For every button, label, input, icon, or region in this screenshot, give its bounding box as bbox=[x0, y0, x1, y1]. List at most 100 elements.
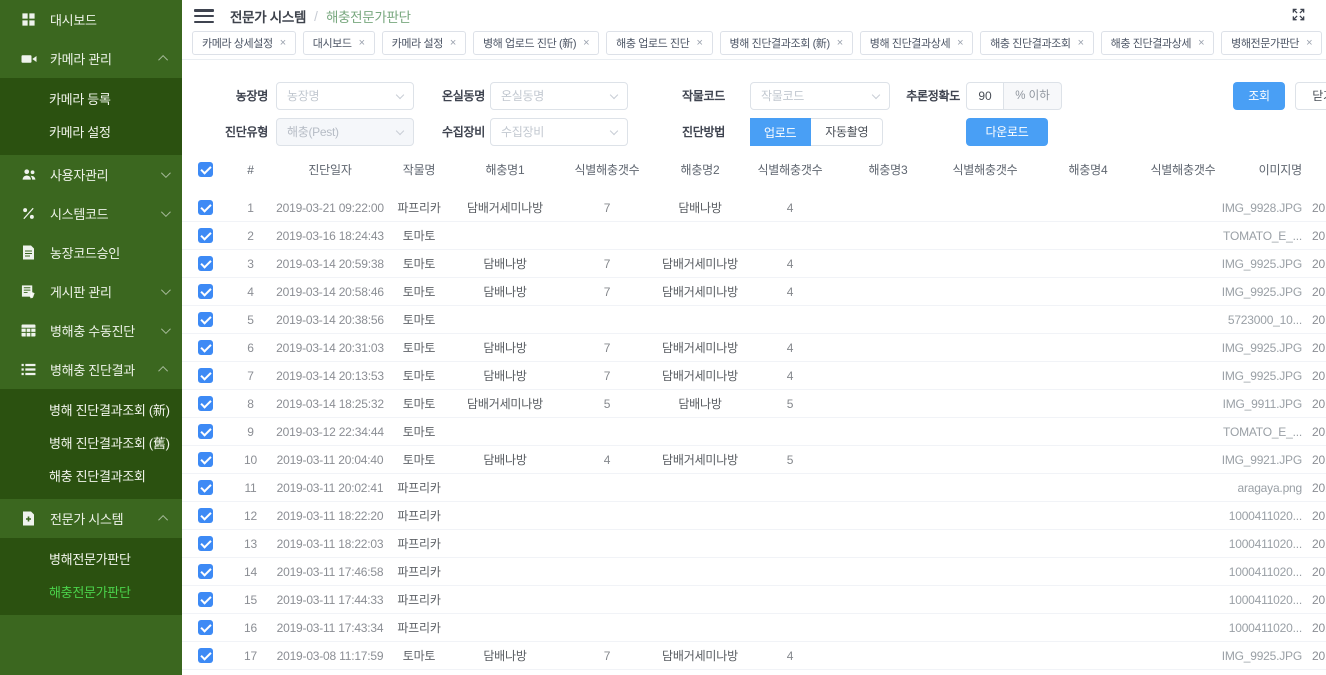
chevron-down-icon bbox=[610, 91, 618, 99]
tab[interactable]: 카메라 상세설정 × bbox=[192, 31, 296, 55]
cell-count2 bbox=[746, 530, 834, 557]
row-checkbox[interactable] bbox=[198, 284, 213, 299]
table-row[interactable]: 7 2019-03-14 20:13:53 토마토 담배나방 7 담배거세미나방… bbox=[182, 362, 1326, 390]
row-checkbox[interactable] bbox=[198, 536, 213, 551]
table-row[interactable]: 16 2019-03-11 17:43:34 파프리카 1000411020..… bbox=[182, 614, 1326, 642]
tab[interactable]: 병해 진단결과상세 × bbox=[860, 31, 973, 55]
cell-no: 3 bbox=[229, 250, 272, 277]
table-row[interactable]: 12 2019-03-11 18:22:20 파프리카 1000411020..… bbox=[182, 502, 1326, 530]
sidebar-item-expert-system[interactable]: 전문가 시스템 bbox=[0, 499, 182, 538]
tab-close-icon[interactable]: × bbox=[957, 37, 963, 49]
sidebar-item-disease-expert-judgment[interactable]: 병해전문가판단 bbox=[0, 543, 182, 576]
table-row[interactable]: 15 2019-03-11 17:44:33 파프리카 1000411020..… bbox=[182, 586, 1326, 614]
sidebar-item-pest-expert-judgment[interactable]: 해충전문가판단 bbox=[0, 576, 182, 609]
tab-close-icon[interactable]: × bbox=[837, 37, 843, 49]
sidebar-item-farm-code-approval[interactable]: 농장코드승인 bbox=[0, 233, 182, 272]
row-checkbox[interactable] bbox=[198, 256, 213, 271]
sidebar-submenu-expert-system: 병해전문가판단 해충전문가판단 bbox=[0, 538, 182, 615]
device-select[interactable]: 수집장비 bbox=[490, 118, 628, 146]
row-checkbox[interactable] bbox=[198, 228, 213, 243]
sidebar-item-disease-results-old[interactable]: 병해 진단결과조회 (舊) bbox=[0, 427, 182, 460]
tab[interactable]: 대시보드 × bbox=[303, 31, 375, 55]
row-checkbox[interactable] bbox=[198, 396, 213, 411]
row-checkbox[interactable] bbox=[198, 368, 213, 383]
tab-close-icon[interactable]: × bbox=[359, 37, 365, 49]
method-option-button[interactable]: 자동촬영 bbox=[811, 118, 883, 146]
row-checkbox[interactable] bbox=[198, 564, 213, 579]
farm-name-select[interactable]: 농장명 bbox=[276, 82, 414, 110]
sidebar-item-user-management[interactable]: 사용자관리 bbox=[0, 155, 182, 194]
tab-close-icon[interactable]: × bbox=[450, 37, 456, 49]
tab[interactable]: 병해 업로드 진단 (新) × bbox=[473, 31, 599, 55]
table-row[interactable]: 4 2019-03-14 20:58:46 토마토 담배나방 7 담배거세미나방… bbox=[182, 278, 1326, 306]
menu-icon[interactable] bbox=[194, 9, 214, 23]
table-row[interactable]: 2 2019-03-16 18:24:43 토마토 TOMATO_E_... 2… bbox=[182, 222, 1326, 250]
row-checkbox[interactable] bbox=[198, 452, 213, 467]
sidebar-item-disease-results-new[interactable]: 병해 진단결과조회 (新) bbox=[0, 394, 182, 427]
row-checkbox[interactable] bbox=[198, 508, 213, 523]
table-row[interactable]: 17 2019-03-08 11:17:59 토마토 담배나방 7 담배거세미나… bbox=[182, 642, 1326, 670]
row-checkbox[interactable] bbox=[198, 480, 213, 495]
table-row[interactable]: 9 2019-03-12 22:34:44 토마토 TOMATO_E_... 2… bbox=[182, 418, 1326, 446]
tab-close-icon[interactable]: × bbox=[696, 37, 702, 49]
row-checkbox[interactable] bbox=[198, 424, 213, 439]
tab[interactable]: 해충 업로드 진단 × bbox=[606, 31, 712, 55]
sidebar-item-dashboard[interactable]: 대시보드 bbox=[0, 0, 182, 39]
cell-crop: 토마토 bbox=[388, 446, 450, 473]
tab[interactable]: 해충 진단결과상세 × bbox=[1101, 31, 1214, 55]
row-checkbox[interactable] bbox=[198, 592, 213, 607]
greenhouse-select[interactable]: 온실동명 bbox=[490, 82, 628, 110]
row-checkbox[interactable] bbox=[198, 648, 213, 663]
tab[interactable]: 카메라 설정 × bbox=[382, 31, 466, 55]
table-row[interactable]: 1 2019-03-21 09:22:00 파프리카 담배거세미나방 7 담배나… bbox=[182, 194, 1326, 222]
sidebar-item-manual-diagnosis[interactable]: 병해충 수동진단 bbox=[0, 311, 182, 350]
table-row[interactable]: 5 2019-03-14 20:38:56 토마토 5723000_10... … bbox=[182, 306, 1326, 334]
cell-image-name: IMG_9928.JPG bbox=[1218, 194, 1306, 221]
select-all-checkbox[interactable] bbox=[198, 162, 213, 177]
sidebar-item-system-code[interactable]: 시스템코드 bbox=[0, 194, 182, 233]
table-row[interactable]: 13 2019-03-11 18:22:03 파프리카 1000411020..… bbox=[182, 530, 1326, 558]
table-row[interactable]: 8 2019-03-14 18:25:32 토마토 담배거세미나방 5 담배나방… bbox=[182, 390, 1326, 418]
tab-close-icon[interactable]: × bbox=[1198, 37, 1204, 49]
chevron-down-icon bbox=[396, 127, 404, 135]
tab-close-icon[interactable]: × bbox=[1078, 37, 1084, 49]
table-row[interactable]: 11 2019-03-11 20:02:41 파프리카 aragaya.png … bbox=[182, 474, 1326, 502]
sidebar-item-camera-register[interactable]: 카메라 등록 bbox=[0, 83, 182, 116]
row-checkbox[interactable] bbox=[198, 312, 213, 327]
sidebar-item-board-management[interactable]: 게시판 관리 bbox=[0, 272, 182, 311]
diagnosis-type-select[interactable]: 해충(Pest) bbox=[276, 118, 414, 146]
cell-date: 2019-03-14 20:38:56 bbox=[272, 306, 388, 333]
greenhouse-placeholder: 온실동명 bbox=[501, 89, 544, 103]
accuracy-input[interactable] bbox=[966, 82, 1004, 110]
search-button[interactable]: 조회 bbox=[1233, 82, 1285, 110]
sidebar-item-pest-results[interactable]: 해충 진단결과조회 bbox=[0, 460, 182, 493]
download-button[interactable]: 다운로드 bbox=[966, 118, 1048, 146]
tab-close-icon[interactable]: × bbox=[583, 37, 589, 49]
tab-close-icon[interactable]: × bbox=[280, 37, 286, 49]
column-header-no: # bbox=[229, 156, 272, 184]
cell-clipped-date: 2018 bbox=[1306, 250, 1326, 277]
crop-code-select[interactable]: 작물코드 bbox=[750, 82, 890, 110]
method-option-button[interactable]: 업로드 bbox=[750, 118, 811, 146]
table-row[interactable]: 3 2019-03-14 20:59:38 토마토 담배나방 7 담배거세미나방… bbox=[182, 250, 1326, 278]
table-row[interactable]: 10 2019-03-11 20:04:40 토마토 담배나방 4 담배거세미나… bbox=[182, 446, 1326, 474]
cell-pest4 bbox=[1028, 642, 1148, 669]
table-row[interactable]: 14 2019-03-11 17:46:58 파프리카 1000411020..… bbox=[182, 558, 1326, 586]
accuracy-suffix: % 이하 bbox=[1004, 82, 1062, 110]
sidebar-item-camera-settings[interactable]: 카메라 설정 bbox=[0, 116, 182, 149]
sidebar-item-camera-management[interactable]: 카메라 관리 bbox=[0, 39, 182, 78]
tab[interactable]: 병해전문가판단 × bbox=[1221, 31, 1322, 55]
row-checkbox[interactable] bbox=[198, 200, 213, 215]
cell-pest3 bbox=[834, 278, 942, 305]
row-checkbox[interactable] bbox=[198, 620, 213, 635]
sidebar-item-label: 카메라 관리 bbox=[50, 49, 161, 68]
sidebar-item-diagnosis-results[interactable]: 병해충 진단결과 bbox=[0, 350, 182, 389]
tab[interactable]: 해충 진단결과조회 × bbox=[980, 31, 1093, 55]
row-checkbox[interactable] bbox=[198, 340, 213, 355]
fullscreen-icon[interactable] bbox=[1291, 7, 1306, 27]
tab-close-icon[interactable]: × bbox=[1306, 37, 1312, 49]
cell-count4 bbox=[1148, 614, 1218, 641]
tab[interactable]: 병해 진단결과조회 (新) × bbox=[720, 31, 853, 55]
close-button[interactable]: 닫기 bbox=[1295, 82, 1326, 110]
table-row[interactable]: 6 2019-03-14 20:31:03 토마토 담배나방 7 담배거세미나방… bbox=[182, 334, 1326, 362]
